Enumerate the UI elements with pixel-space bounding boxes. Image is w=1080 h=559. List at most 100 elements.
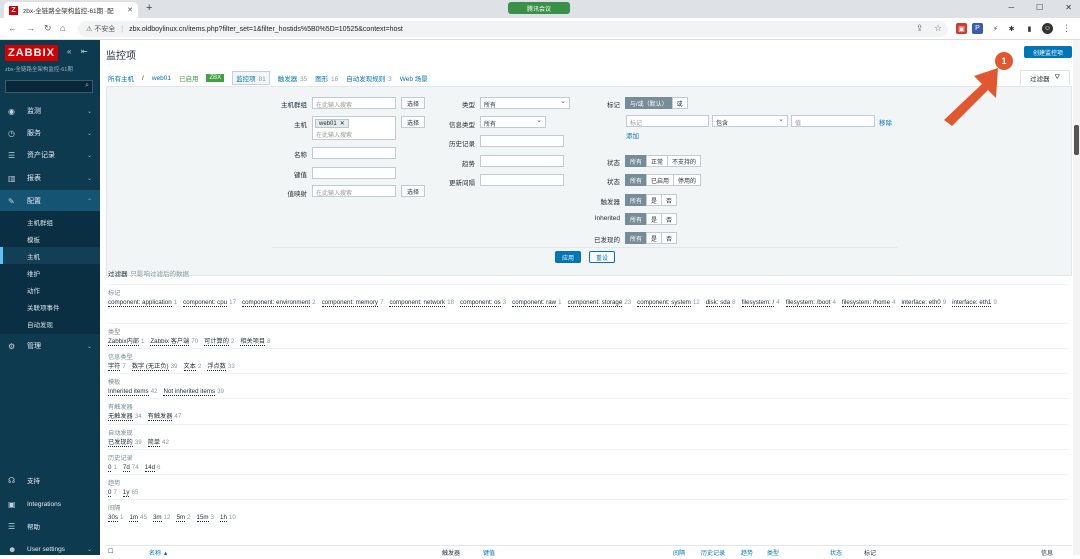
state-unsupported[interactable]: 不支持的 (667, 155, 702, 167)
subfilter-option[interactable]: Zabbix内部 (108, 338, 139, 346)
status-enabled[interactable]: 已启用 (646, 174, 675, 186)
subfilter-option[interactable]: 无触发器 (108, 413, 133, 421)
menu-administration[interactable]: ⚙ 管理 ⌄ (0, 335, 100, 357)
profile-avatar[interactable]: ☺ (1042, 23, 1053, 34)
menu-monitoring[interactable]: ◉ 监测 ⌄ (0, 100, 100, 122)
subfilter-option[interactable]: 简单 (147, 439, 161, 447)
subfilter-option[interactable]: filesystem: /boot (785, 299, 831, 307)
meeting-indicator[interactable]: 腾讯会议 (508, 2, 570, 14)
status-all[interactable]: 所有 (625, 174, 648, 186)
subfilter-option[interactable]: interface: eth0 (901, 299, 941, 307)
zabbix-logo[interactable]: ZABBIX (5, 45, 58, 61)
select-all-checkbox[interactable]: ☐ (108, 548, 113, 555)
triggers-all[interactable]: 所有 (625, 194, 648, 206)
triggers-yes[interactable]: 是 (646, 194, 663, 206)
tag-operator-select[interactable]: 包含 (712, 115, 788, 127)
submenu-host-groups[interactable]: 主机群组 (0, 213, 100, 230)
security-warning[interactable]: ⚠ 不安全 (86, 24, 115, 34)
forward-icon[interactable]: → (26, 23, 35, 33)
tags-or-option[interactable]: 或 (671, 97, 688, 109)
extension-icon[interactable]: P (972, 23, 983, 34)
update-interval-input[interactable] (480, 174, 564, 186)
tags-and-or-option[interactable]: 与/或（默认） (625, 97, 673, 109)
submenu-discovery[interactable]: 自动发现 (0, 315, 100, 332)
apply-button[interactable]: 应用 (555, 251, 581, 263)
subfilter-option[interactable]: 数字 (无正负) (131, 363, 169, 371)
history-input[interactable] (480, 135, 564, 147)
sidebar-help[interactable]: ☰ 帮助 (0, 516, 100, 536)
column-history[interactable]: 历史记录 (701, 548, 725, 557)
tab-discovery-rules[interactable]: 自动发现规则 3 (346, 73, 391, 83)
submenu-actions[interactable]: 动作 (0, 281, 100, 298)
subfilter-option[interactable]: 0 (108, 464, 112, 472)
subfilter-option[interactable]: 已发现的 (108, 439, 133, 447)
sidebar-integrations[interactable]: ▣ Integrations (0, 494, 100, 514)
host-groups-select-button[interactable]: 选择 (401, 97, 425, 109)
subfilter-option[interactable]: Not inherited items (163, 388, 216, 396)
url-field[interactable]: ⚠ 不安全 | zbx.oldboylinux.cn/items.php?fil… (78, 21, 948, 37)
tab-items[interactable]: 监控项 81 (232, 71, 270, 85)
inherited-yes[interactable]: 是 (646, 213, 663, 225)
subfilter-option[interactable]: Inherited items (108, 388, 149, 396)
subfilter-option[interactable]: component: cpu (183, 299, 228, 307)
subfilter-option[interactable]: 0 (108, 489, 112, 497)
create-item-button[interactable]: 创建监控项 (1024, 46, 1072, 58)
tab-triggers[interactable]: 触发器 35 (278, 73, 308, 83)
subfilter-option[interactable]: 15m (196, 514, 209, 522)
sidepanel-icon[interactable]: ▮ (1024, 23, 1035, 34)
breadcrumb-host[interactable]: web01 (152, 75, 171, 82)
menu-configuration[interactable]: ✎ 配置 ⌃ (0, 190, 100, 212)
subfilter-option[interactable]: 3m (152, 514, 162, 522)
subfilter-option[interactable]: 30s (108, 514, 118, 522)
subfilter-option[interactable]: 1h (220, 514, 227, 522)
tab-web-scenarios[interactable]: Web 场景 (400, 73, 428, 83)
tag-name-input[interactable]: 标记 (626, 115, 709, 127)
collapse-sidebar-icon[interactable]: « (67, 47, 71, 56)
discovered-no[interactable]: 否 (661, 232, 678, 244)
maximize-icon[interactable]: ☐ (1036, 3, 1043, 12)
subfilter-option[interactable]: 14d (144, 464, 156, 472)
subfilter-option[interactable]: component: storage (567, 299, 623, 307)
sidebar-user-settings[interactable]: ☻ User settings ⌄ (0, 539, 100, 559)
extension-icon[interactable]: ⚡ (990, 23, 1001, 34)
subfilter-option[interactable]: Zabbix 客户端 (150, 338, 190, 346)
subfilter-option[interactable]: 1m (129, 514, 139, 522)
back-icon[interactable]: ← (8, 23, 17, 33)
subfilter-option[interactable]: 字符 (108, 363, 121, 371)
breadcrumb-all-hosts[interactable]: 所有主机 (108, 73, 134, 83)
menu-services[interactable]: ◷ 服务 ⌄ (0, 122, 100, 144)
new-tab-icon[interactable]: + (146, 2, 152, 14)
hosts-multiselect[interactable]: web01 ✕ 在此输入搜索 (312, 116, 396, 140)
column-name[interactable]: 名称 ▲ (149, 548, 169, 557)
home-icon[interactable]: ⌂ (60, 23, 65, 33)
host-chip[interactable]: web01 ✕ (315, 119, 349, 128)
trends-input[interactable] (480, 155, 564, 167)
submenu-templates[interactable]: 模板 (0, 230, 100, 247)
column-type[interactable]: 类型 (767, 548, 779, 557)
subfilter-option[interactable]: interface: eth1 (952, 299, 992, 307)
browser-menu-icon[interactable]: ⋮ (1062, 23, 1071, 34)
column-interval[interactable]: 间隔 (673, 548, 685, 557)
inherited-all[interactable]: 所有 (625, 213, 648, 225)
subfilter-option[interactable]: disk: sda (705, 299, 731, 307)
subfilter-option[interactable]: filesystem: / (741, 299, 775, 307)
close-window-icon[interactable]: ✕ (1065, 3, 1072, 12)
submenu-maintenance[interactable]: 维护 (0, 264, 100, 281)
submenu-hosts[interactable]: 主机 (0, 247, 100, 264)
discovered-all[interactable]: 所有 (625, 232, 648, 244)
puzzle-icon[interactable]: ✱ (1006, 23, 1017, 34)
minimize-icon[interactable]: ─ (1008, 3, 1014, 12)
subfilter-option[interactable]: component: memory (321, 299, 378, 307)
extension-icon[interactable]: ▣ (956, 23, 967, 34)
inherited-no[interactable]: 否 (661, 213, 678, 225)
state-all[interactable]: 所有 (625, 155, 648, 167)
search-icon[interactable]: ⌕ (85, 82, 89, 90)
browser-tab[interactable]: Z zbx-全链路全架构监控-61期 ·配 ✕ (4, 2, 138, 18)
tab-graphs[interactable]: 图形 16 (315, 73, 338, 83)
key-input[interactable] (312, 167, 396, 179)
subfilter-option[interactable]: 文本 (183, 363, 196, 371)
subfilter-option[interactable]: 相关项目 (240, 338, 266, 346)
subfilter-option[interactable]: component: environment (242, 299, 311, 307)
host-groups-input[interactable]: 在此输入搜索 (312, 97, 396, 109)
state-normal[interactable]: 正常 (646, 155, 669, 167)
